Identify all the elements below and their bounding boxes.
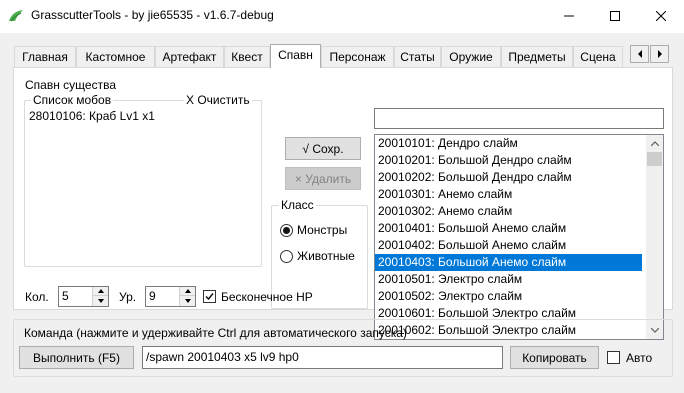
level-stepper[interactable]: 9 bbox=[145, 286, 196, 307]
list-item[interactable]: 20010101: Дендро слайм bbox=[375, 135, 642, 152]
tab-scroll-right-button[interactable] bbox=[650, 45, 669, 63]
maximize-icon bbox=[610, 11, 620, 21]
minimize-icon bbox=[564, 15, 574, 17]
count-value[interactable]: 5 bbox=[62, 289, 69, 303]
maximize-button[interactable] bbox=[592, 0, 638, 32]
list-item[interactable]: 20010502: Электро слайм bbox=[375, 288, 642, 305]
triangle-down-icon bbox=[97, 298, 104, 303]
spawn-section-title: Спавн существа bbox=[25, 78, 116, 92]
tab-custom[interactable]: Кастомное bbox=[76, 46, 155, 67]
radio-animals[interactable] bbox=[280, 250, 293, 263]
radio-animals-label[interactable]: Животные bbox=[297, 249, 355, 263]
auto-checkbox[interactable] bbox=[607, 351, 620, 364]
count-increment-button[interactable] bbox=[93, 287, 108, 296]
count-label: Кол. bbox=[25, 290, 49, 304]
count-stepper-buttons bbox=[92, 287, 108, 306]
clear-link[interactable]: X Очистить bbox=[184, 93, 252, 107]
mob-list-caption: Список мобов bbox=[31, 93, 114, 107]
auto-label[interactable]: Авто bbox=[626, 351, 652, 365]
class-caption: Класс bbox=[279, 198, 316, 212]
tab-artifact[interactable]: Артефакт bbox=[155, 46, 224, 67]
level-label: Ур. bbox=[119, 290, 137, 304]
tab-strip: Главная Кастомное Артефакт Квест Спавн П… bbox=[14, 44, 642, 68]
delete-button[interactable]: × Удалить bbox=[285, 167, 361, 190]
infinite-hp-checkbox[interactable] bbox=[203, 290, 216, 303]
scroll-thumb[interactable] bbox=[647, 152, 662, 166]
scroll-up-button[interactable] bbox=[646, 135, 663, 152]
copy-button[interactable]: Копировать bbox=[510, 346, 599, 369]
radio-monsters-label[interactable]: Монстры bbox=[297, 223, 347, 237]
close-button[interactable] bbox=[638, 0, 684, 32]
triangle-right-icon bbox=[657, 50, 662, 58]
tab-quest[interactable]: Квест bbox=[224, 46, 270, 67]
tab-main[interactable]: Главная bbox=[14, 46, 76, 67]
list-item-selected[interactable]: 20010403: Большой Анемо слайм bbox=[375, 254, 642, 271]
list-item[interactable]: 20010202: Большой Дендро слайм bbox=[375, 169, 642, 186]
mob-list-box[interactable]: 28010106: Краб Lv1 x1 bbox=[29, 109, 253, 124]
level-stepper-buttons bbox=[179, 287, 195, 306]
list-item[interactable]: 20010501: Электро слайм bbox=[375, 271, 642, 288]
window-title: GrasscutterTools - by jie65535 - v1.6.7-… bbox=[31, 8, 274, 22]
tab-scroll-left-button[interactable] bbox=[630, 45, 649, 63]
level-decrement-button[interactable] bbox=[180, 296, 195, 305]
checkmark-icon bbox=[205, 293, 214, 301]
tab-character[interactable]: Персонаж bbox=[321, 46, 394, 67]
tab-stats[interactable]: Статы bbox=[394, 46, 441, 67]
triangle-down-icon bbox=[184, 298, 191, 303]
save-button[interactable]: √ Сохр. bbox=[285, 137, 361, 160]
close-icon bbox=[656, 11, 666, 21]
monster-list-scrollbar[interactable] bbox=[646, 135, 663, 339]
monster-search-input[interactable] bbox=[374, 108, 664, 129]
level-increment-button[interactable] bbox=[180, 287, 195, 296]
command-input[interactable]: /spawn 20010403 x5 lv9 hp0 bbox=[142, 346, 503, 369]
triangle-left-icon bbox=[637, 50, 642, 58]
run-button[interactable]: Выполнить (F5) bbox=[19, 346, 134, 369]
client-area: Главная Кастомное Артефакт Квест Спавн П… bbox=[0, 33, 684, 393]
mob-list-item[interactable]: 28010106: Краб Lv1 x1 bbox=[29, 109, 253, 124]
level-value[interactable]: 9 bbox=[149, 289, 156, 303]
command-caption: Команда (нажмите и удерживайте Ctrl для … bbox=[24, 326, 407, 340]
radio-monsters[interactable] bbox=[280, 224, 293, 237]
list-item[interactable]: 20010301: Анемо слайм bbox=[375, 186, 642, 203]
list-item[interactable]: 20010302: Анемо слайм bbox=[375, 203, 642, 220]
tab-scene[interactable]: Сцена bbox=[573, 46, 623, 67]
mob-list-group: 28010106: Краб Lv1 x1 bbox=[24, 100, 262, 267]
list-item[interactable]: 20010402: Большой Анемо слайм bbox=[375, 237, 642, 254]
grass-app-icon bbox=[9, 10, 23, 22]
list-item[interactable]: 20010401: Большой Анемо слайм bbox=[375, 220, 642, 237]
tab-spawn[interactable]: Спавн bbox=[270, 44, 321, 68]
monster-list[interactable]: 20010101: Дендро слайм 20010201: Большой… bbox=[374, 134, 664, 340]
tab-items[interactable]: Предметы bbox=[501, 46, 573, 67]
triangle-up-icon bbox=[184, 289, 191, 293]
list-item[interactable]: 20010201: Большой Дендро слайм bbox=[375, 152, 642, 169]
title-bar: GrasscutterTools - by jie65535 - v1.6.7-… bbox=[0, 0, 684, 33]
tab-weapon[interactable]: Оружие bbox=[441, 46, 501, 67]
spawn-tab-page: Спавн существа 28010106: Краб Lv1 x1 Спи… bbox=[13, 67, 673, 340]
triangle-up-icon bbox=[97, 289, 104, 293]
count-decrement-button[interactable] bbox=[93, 296, 108, 305]
count-stepper[interactable]: 5 bbox=[58, 286, 109, 307]
minimize-button[interactable] bbox=[546, 0, 592, 32]
infinite-hp-label[interactable]: Бесконечное HP bbox=[221, 290, 313, 304]
chevron-up-icon bbox=[650, 141, 659, 146]
